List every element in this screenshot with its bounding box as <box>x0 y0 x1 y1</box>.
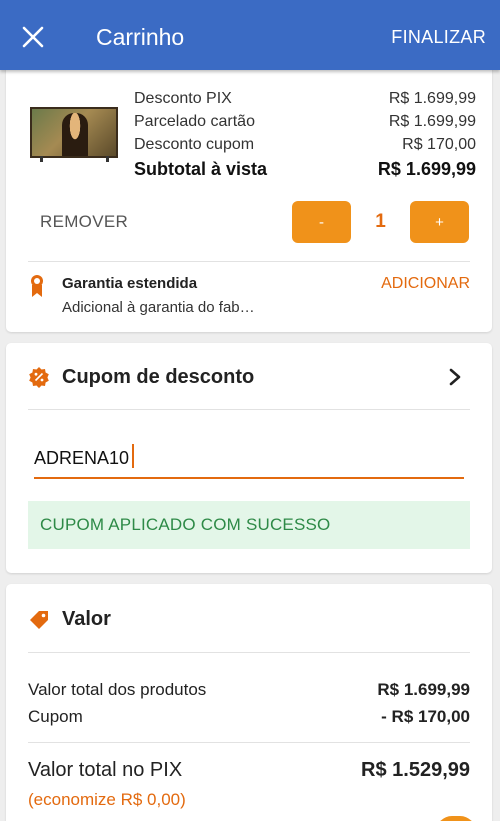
divider <box>28 261 470 262</box>
divider <box>28 652 470 653</box>
quantity-value: 1 <box>375 211 386 232</box>
summary-row-coupon: Cupom - R$ 170,00 <box>28 707 470 727</box>
remove-button[interactable]: REMOVER <box>40 212 128 232</box>
discount-badge-icon <box>29 367 49 388</box>
page-title: Carrinho <box>96 24 185 50</box>
award-icon <box>31 275 43 297</box>
price-value: R$ 1.699,99 <box>388 113 476 130</box>
product-image[interactable] <box>30 107 118 158</box>
price-row-coupon: Desconto cupom R$ 170,00 <box>134 136 476 154</box>
coupon-section-title: Cupom de desconto <box>62 366 255 388</box>
app-bar: Carrinho FINALIZAR <box>0 0 500 70</box>
summary-card: Valor Valor total dos produtos R$ 1.699,… <box>6 584 492 821</box>
decrease-quantity-button[interactable]: - <box>292 201 351 243</box>
chevron-right-icon[interactable] <box>448 367 462 387</box>
total-value: R$ 1.529,99 <box>361 759 470 781</box>
price-label: Parcelado cartão <box>134 113 255 130</box>
total-row: Valor total no PIX R$ 1.529,99 <box>28 759 470 782</box>
warranty-description: Adicional à garantia do fab… <box>62 299 255 316</box>
savings-text: (economize R$ 0,00) <box>28 790 186 809</box>
divider <box>28 742 470 743</box>
increase-quantity-button[interactable]: + <box>410 201 469 243</box>
add-warranty-button[interactable]: ADICIONAR <box>381 275 470 293</box>
price-label: Desconto cupom <box>134 136 255 153</box>
price-tag-icon <box>30 611 48 629</box>
divider <box>28 409 470 410</box>
finalize-button[interactable]: FINALIZAR <box>391 27 486 48</box>
price-value: R$ 1.699,99 <box>388 90 476 107</box>
summary-value: R$ 1.699,99 <box>377 680 470 699</box>
close-icon[interactable] <box>22 26 44 48</box>
coupon-card: Cupom de desconto CUPOM APLICADO COM SUC… <box>6 343 492 573</box>
price-row-pix: Desconto PIX R$ 1.699,99 <box>134 90 476 108</box>
price-row-card: Parcelado cartão R$ 1.699,99 <box>134 113 476 131</box>
price-value: R$ 170,00 <box>402 136 476 153</box>
cart-item-card: Desconto PIX R$ 1.699,99 Parcelado cartã… <box>6 62 492 332</box>
subtotal-value: R$ 1.699,99 <box>377 159 476 179</box>
summary-value: - R$ 170,00 <box>381 707 470 726</box>
floating-action-button[interactable] <box>436 816 476 821</box>
summary-section-title: Valor <box>62 608 111 630</box>
warranty-title: Garantia estendida <box>62 275 198 292</box>
price-label: Desconto PIX <box>134 90 232 107</box>
summary-label: Cupom <box>28 707 83 726</box>
summary-label: Valor total dos produtos <box>28 680 207 699</box>
summary-row-products: Valor total dos produtos R$ 1.699,99 <box>28 680 470 700</box>
coupon-input[interactable] <box>34 439 464 479</box>
text-caret <box>132 444 134 468</box>
total-label: Valor total no PIX <box>28 759 183 781</box>
subtotal-row: Subtotal à vista R$ 1.699,99 <box>134 159 476 180</box>
coupon-success-message: CUPOM APLICADO COM SUCESSO <box>28 501 470 549</box>
subtotal-label: Subtotal à vista <box>134 159 268 179</box>
